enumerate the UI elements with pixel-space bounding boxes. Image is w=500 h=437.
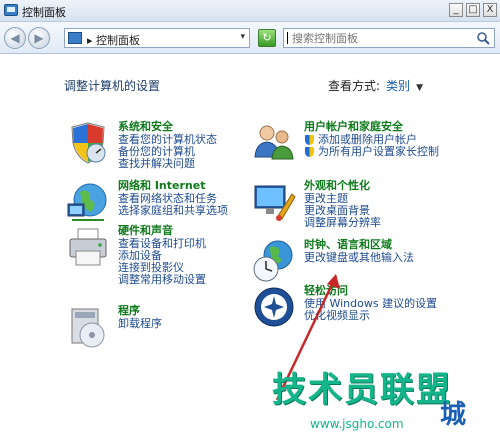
link-homegroup[interactable]: 选择家庭组和共享选项 bbox=[118, 205, 228, 217]
view-by-label: 查看方式: bbox=[328, 79, 381, 93]
ease-of-access-icon bbox=[254, 287, 294, 327]
refresh-button[interactable]: ↻ bbox=[258, 29, 276, 47]
search-icon[interactable] bbox=[476, 31, 490, 45]
link-uninstall[interactable]: 卸载程序 bbox=[118, 318, 162, 330]
programs-icon bbox=[71, 308, 105, 348]
category-title[interactable]: 网络和 Internet bbox=[118, 180, 228, 192]
navigation-bar: ◀ ▶ ▸ 控制面板 ▾ ↻ bbox=[0, 22, 500, 54]
category-title[interactable]: 程序 bbox=[118, 305, 162, 317]
link-troubleshoot[interactable]: 查找并解决问题 bbox=[118, 158, 217, 170]
chevron-down-icon[interactable]: ▼ bbox=[416, 83, 423, 93]
forward-button[interactable]: ▶ bbox=[28, 27, 50, 49]
minimize-button[interactable]: _ bbox=[449, 3, 463, 17]
close-button[interactable]: X bbox=[483, 3, 497, 17]
category-title[interactable]: 时钟、语言和区域 bbox=[304, 239, 414, 251]
search-input[interactable] bbox=[292, 31, 472, 45]
link-keyboard-input[interactable]: 更改键盘或其他输入法 bbox=[304, 252, 414, 264]
category-title[interactable]: 外观和个性化 bbox=[304, 180, 381, 192]
category-title[interactable]: 系统和安全 bbox=[118, 121, 217, 133]
breadcrumb[interactable]: ▸ 控制面板 bbox=[87, 32, 140, 48]
title-bar: 控制面板 _ □ X bbox=[0, 0, 500, 22]
network-icon bbox=[67, 183, 107, 221]
page-title: 调整计算机的设置 bbox=[64, 79, 161, 93]
shield-icon bbox=[71, 122, 106, 164]
control-panel-icon bbox=[68, 32, 82, 44]
watermark-url: www.jsgho.com bbox=[310, 417, 404, 431]
category-title[interactable]: 用户帐户和家庭安全 bbox=[304, 121, 439, 133]
back-button[interactable]: ◀ bbox=[4, 27, 26, 49]
category-title[interactable]: 硬件和声音 bbox=[118, 225, 206, 237]
view-by[interactable]: 查看方式: 类别 ▼ bbox=[328, 77, 423, 94]
view-by-value[interactable]: 类别 bbox=[386, 79, 410, 93]
maximize-button[interactable]: □ bbox=[466, 3, 480, 17]
text-cursor bbox=[287, 32, 288, 44]
printer-icon bbox=[69, 228, 107, 266]
users-icon bbox=[254, 125, 294, 160]
link-parental-controls[interactable]: 为所有用户设置家长控制 bbox=[304, 146, 439, 158]
chevron-down-icon[interactable]: ▾ bbox=[240, 32, 245, 42]
search-box[interactable] bbox=[283, 28, 495, 48]
window-title: 控制面板 bbox=[22, 6, 66, 19]
category-title[interactable]: 轻松访问 bbox=[304, 285, 437, 297]
control-panel-icon bbox=[4, 4, 18, 16]
watermark-text: 技术员联盟 bbox=[272, 370, 452, 410]
address-bar[interactable]: ▸ 控制面板 ▾ bbox=[64, 28, 250, 48]
appearance-icon bbox=[254, 185, 296, 221]
clock-globe-icon bbox=[253, 240, 293, 282]
link-screen-resolution[interactable]: 调整屏幕分辨率 bbox=[304, 217, 381, 229]
link-optimize-display[interactable]: 优化视频显示 bbox=[304, 310, 437, 322]
watermark-tail: 城 bbox=[440, 400, 467, 430]
link-mobility-settings[interactable]: 调整常用移动设置 bbox=[118, 274, 206, 286]
